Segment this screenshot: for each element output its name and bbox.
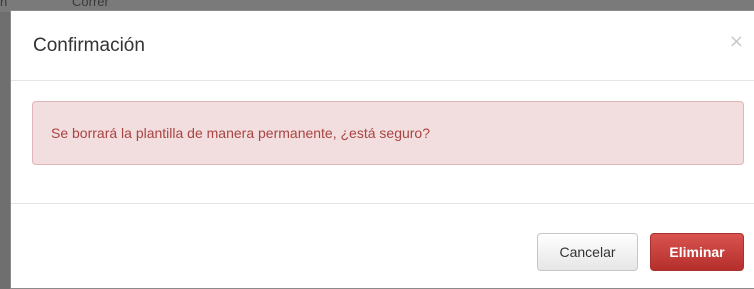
dialog-title: Confirmación — [33, 35, 145, 56]
dialog-header: Confirmación × — [11, 11, 754, 81]
danger-alert: Se borrará la plantilla de manera perman… — [32, 101, 744, 165]
dialog-footer: Cancelar Eliminar — [11, 204, 754, 288]
alert-message: Se borrará la plantilla de manera perman… — [51, 125, 430, 141]
close-icon[interactable]: × — [729, 33, 744, 51]
delete-button[interactable]: Eliminar — [650, 233, 744, 271]
background-edge-text: n — [0, 0, 8, 9]
cancel-button[interactable]: Cancelar — [537, 233, 638, 271]
confirmation-dialog: Confirmación × Se borrará la plantilla d… — [10, 10, 754, 289]
background-partial-text: Correr — [72, 0, 109, 9]
dialog-body: Se borrará la plantilla de manera perman… — [11, 81, 754, 204]
